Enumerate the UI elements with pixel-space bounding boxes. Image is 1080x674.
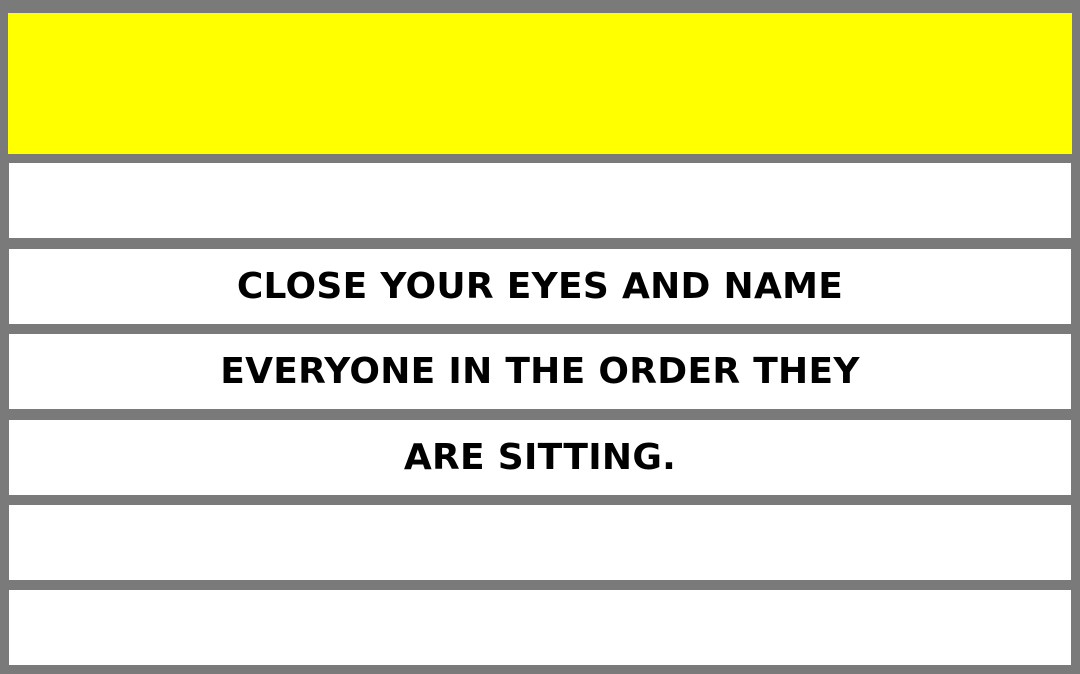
line-3-text: EVERYONE IN THE ORDER THEY: [220, 351, 860, 392]
ruled-line-5: [9, 505, 1071, 580]
header-band: [8, 13, 1072, 154]
line-4-text: ARE SITTING.: [403, 437, 677, 478]
ruled-line-4: ARE SITTING.: [9, 420, 1071, 495]
ruled-line-3: EVERYONE IN THE ORDER THEY: [9, 334, 1071, 409]
ruled-line-1: [9, 163, 1071, 238]
prompt-card: CLOSE YOUR EYES AND NAME EVERYONE IN THE…: [0, 0, 1080, 674]
ruled-line-2: CLOSE YOUR EYES AND NAME: [9, 249, 1071, 324]
line-2-text: CLOSE YOUR EYES AND NAME: [236, 266, 844, 307]
ruled-line-6: [9, 590, 1071, 665]
